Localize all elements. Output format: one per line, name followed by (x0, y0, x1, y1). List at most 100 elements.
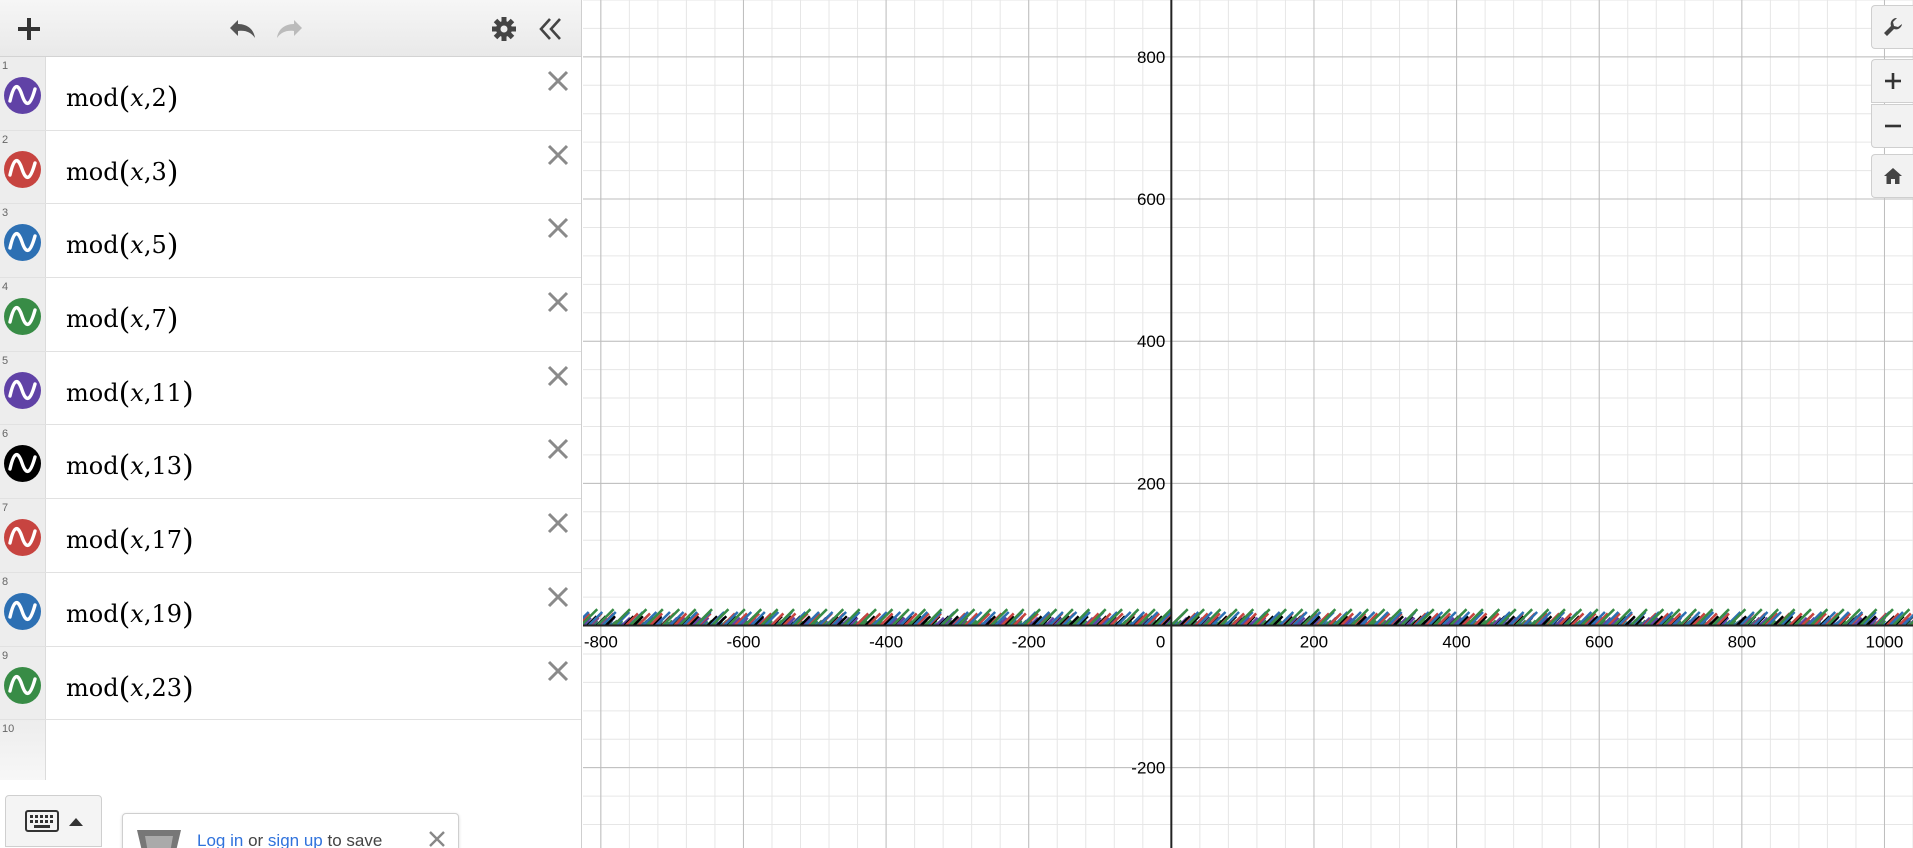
graph-line-icon[interactable] (4, 371, 41, 409)
delete-expression-button[interactable] (544, 141, 572, 169)
x-tick-label: -600 (726, 633, 760, 652)
expression-row[interactable]: 6 mod(x,13) (0, 425, 581, 500)
delete-expression-button[interactable] (544, 583, 572, 611)
open-paren: ( (118, 449, 131, 485)
collapse-panel-button[interactable] (532, 10, 570, 48)
close-paren: ) (182, 670, 194, 706)
expression-row[interactable]: 2 mod(x,3) (0, 130, 581, 205)
add-expression-button[interactable] (10, 10, 48, 48)
variable: x (130, 84, 144, 112)
double-chevron-left-icon (539, 18, 561, 40)
graph-line-icon[interactable] (4, 224, 41, 262)
expression-math[interactable]: mod(x,19) (66, 595, 194, 632)
y-tick-label: 800 (1137, 48, 1165, 67)
graph-settings-button[interactable] (1871, 5, 1913, 49)
save-toast-text: Log in or sign up to save (197, 831, 382, 848)
expression-gutter: 8 (0, 572, 46, 646)
default-viewport-button[interactable] (1871, 154, 1913, 198)
function-name: mod (66, 673, 119, 702)
expression-gutter: 10 (0, 720, 46, 781)
graph-line-icon[interactable] (4, 77, 41, 114)
expression-index: 5 (2, 354, 9, 367)
expression-row[interactable]: 9 mod(x,23) (0, 646, 581, 721)
expression-math[interactable]: mod(x,5) (66, 226, 178, 263)
expression-index: 1 (2, 60, 9, 72)
expression-math[interactable]: mod(x,11) (66, 374, 194, 411)
delete-expression-button[interactable] (544, 657, 572, 685)
expression-math[interactable]: mod(x,17) (66, 521, 194, 559)
graph-line-icon[interactable] (4, 298, 41, 336)
redo-button[interactable] (270, 10, 308, 48)
zoom-in-button[interactable] (1871, 59, 1913, 103)
expression-row[interactable]: 4 mod(x,7) (0, 278, 581, 352)
expression-index: 7 (2, 502, 9, 515)
new-expression-row[interactable]: 10 (0, 720, 581, 781)
graph-line-icon[interactable] (4, 592, 41, 630)
graph-line-icon[interactable] (4, 150, 41, 188)
graph-paper[interactable]: -800 -600 -400 -200 0 200 400 600 800 1000 800 600 4… (583, 0, 1913, 848)
signup-link[interactable]: sign up (268, 831, 323, 848)
expression-row[interactable]: 7 mod(x,17) (0, 499, 581, 573)
minus-icon (1884, 124, 1901, 128)
delete-expression-button[interactable] (544, 214, 572, 242)
save-toast-or: or (248, 831, 264, 848)
y-tick-label: 400 (1137, 332, 1165, 351)
close-icon[interactable] (428, 830, 446, 848)
keyboard-toggle-button[interactable] (5, 795, 102, 847)
modulus-argument: 23 (151, 673, 183, 702)
open-paren: ( (118, 302, 131, 338)
variable: x (130, 673, 144, 702)
close-icon (547, 439, 569, 460)
expression-list: 1 mod(x,2) 2 mod(x,3) 3 mod(x,5) 4 mod(x,7) 5 mod… (0, 57, 581, 781)
expression-index: 9 (2, 649, 9, 662)
expression-math[interactable]: mod(x,2) (66, 79, 178, 116)
modulus-argument: 3 (151, 157, 167, 186)
modulus-argument: 7 (151, 305, 167, 334)
modulus-argument: 5 (151, 231, 167, 260)
login-link[interactable]: Log in (197, 831, 243, 848)
expression-math[interactable]: mod(x,7) (66, 300, 178, 338)
open-paren: ( (118, 375, 131, 411)
expression-math[interactable]: mod(x,23) (66, 669, 194, 706)
graph-canvas[interactable]: -800 -600 -400 -200 0 200 400 600 800 1000 800 600 4… (583, 0, 1913, 848)
variable: x (130, 378, 144, 407)
expression-toolbar (0, 0, 581, 57)
x-tick-label: 400 (1442, 633, 1470, 652)
wrench-icon (1883, 18, 1902, 36)
function-name: mod (66, 452, 119, 481)
expression-index: 10 (2, 723, 15, 736)
delete-expression-button[interactable] (544, 288, 572, 316)
expression-row[interactable]: 8 mod(x,19) (0, 572, 581, 647)
open-paren: ( (118, 81, 131, 116)
delete-expression-button[interactable] (544, 67, 572, 95)
graph-line-icon[interactable] (4, 519, 41, 557)
x-tick-label: -400 (869, 633, 903, 652)
expression-gutter: 3 (0, 204, 46, 278)
undo-icon (230, 20, 255, 38)
open-paren: ( (118, 154, 131, 190)
function-name: mod (66, 378, 119, 407)
graph-line-icon[interactable] (4, 666, 41, 704)
expression-row[interactable]: 1 mod(x,2) (0, 57, 581, 131)
expression-gutter: 5 (0, 351, 46, 425)
undo-button[interactable] (224, 10, 262, 48)
expression-math[interactable]: mod(x,3) (66, 153, 178, 190)
settings-button[interactable] (485, 10, 523, 48)
zoom-out-button[interactable] (1871, 104, 1913, 148)
open-paren: ( (118, 596, 131, 632)
expression-gutter: 7 (0, 499, 46, 572)
expression-index: 2 (2, 133, 9, 146)
close-icon (547, 144, 569, 165)
function-name: mod (66, 157, 119, 186)
expression-math[interactable]: mod(x,13) (66, 447, 194, 485)
delete-expression-button[interactable] (544, 435, 572, 463)
delete-expression-button[interactable] (544, 509, 572, 537)
keyboard-icon (24, 810, 59, 832)
graph-line-icon[interactable] (4, 445, 41, 483)
delete-expression-button[interactable] (544, 362, 572, 390)
expression-row[interactable]: 5 mod(x,11) (0, 351, 581, 426)
expression-index: 3 (2, 207, 9, 220)
save-toast-suffix: to save (327, 831, 383, 848)
expression-row[interactable]: 3 mod(x,5) (0, 204, 581, 279)
open-paren: ( (118, 523, 131, 559)
